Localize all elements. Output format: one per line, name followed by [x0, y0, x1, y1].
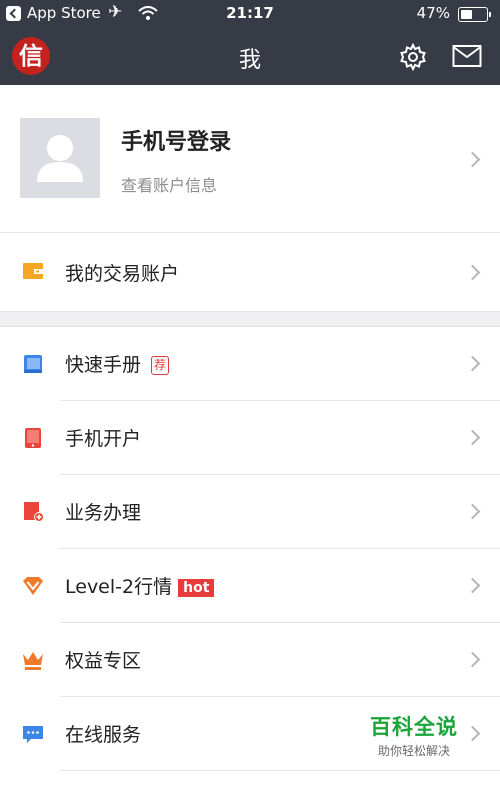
menu-item-label: 快速手册荐: [65, 350, 170, 377]
menu-item-label: 手机开户: [65, 428, 142, 450]
watermark-subtitle: 助你轻松解决: [377, 744, 450, 758]
tablet-icon: [25, 428, 41, 448]
wallet-icon: [23, 263, 43, 279]
menu-item-label: 业务办理: [65, 502, 142, 524]
chevron-right-icon: [464, 725, 481, 742]
watermark: 百科全说 助你轻松解决: [370, 711, 458, 759]
status-bar: App Store ✈ 21:17 47%: [0, 0, 500, 28]
crown-icon: [23, 652, 43, 670]
divider: [60, 770, 500, 771]
chat-icon: [23, 726, 43, 743]
watermark-title: 百科全说: [370, 715, 458, 739]
section-separator: [0, 311, 500, 327]
battery-fill: [461, 10, 473, 19]
menu-item-mobile-account-opening[interactable]: 手机开户: [0, 401, 500, 475]
menu-item-label: Level-2行情 hot: [65, 572, 215, 599]
menu-item-business-handling[interactable]: 业务办理: [0, 475, 500, 549]
menu-item-online-service[interactable]: 在线服务 百科全说 助你轻松解决: [0, 697, 500, 771]
app-header: App Store ✈ 21:17 47% 信 我: [0, 0, 500, 85]
profile-card[interactable]: 手机号登录 查看账户信息: [0, 85, 500, 233]
chevron-right-icon: [464, 264, 481, 281]
battery-percent: 47%: [416, 4, 450, 22]
chevron-right-icon: [464, 651, 481, 668]
menu-item-quick-guide[interactable]: 快速手册荐: [0, 327, 500, 401]
chevron-right-icon: [464, 503, 481, 520]
menu-item-label: 我的交易账户: [65, 263, 180, 285]
diamond-icon: [23, 577, 43, 595]
chevron-right-icon: [464, 577, 481, 594]
battery-icon: [458, 7, 491, 22]
hot-badge: hot: [178, 578, 215, 597]
profile-subtitle: 查看账户信息: [121, 176, 218, 195]
menu-item-level2-quotes[interactable]: Level-2行情 hot: [0, 549, 500, 623]
gear-icon[interactable]: [399, 43, 427, 71]
chevron-right-icon: [464, 355, 481, 372]
menu-item-label: 在线服务: [65, 724, 142, 746]
mail-icon[interactable]: [452, 44, 482, 68]
menu-item-trade-account[interactable]: 我的交易账户: [0, 233, 500, 311]
menu-item-label: 权益专区: [65, 650, 142, 672]
chevron-right-icon: [464, 429, 481, 446]
chevron-right-icon: [464, 151, 481, 168]
business-doc-icon: [24, 502, 44, 522]
profile-name: 手机号登录: [121, 130, 232, 155]
menu-item-benefits-zone[interactable]: 权益专区: [0, 623, 500, 697]
book-icon: [24, 355, 42, 373]
recommend-badge: 荐: [151, 356, 170, 375]
avatar: [20, 118, 100, 198]
